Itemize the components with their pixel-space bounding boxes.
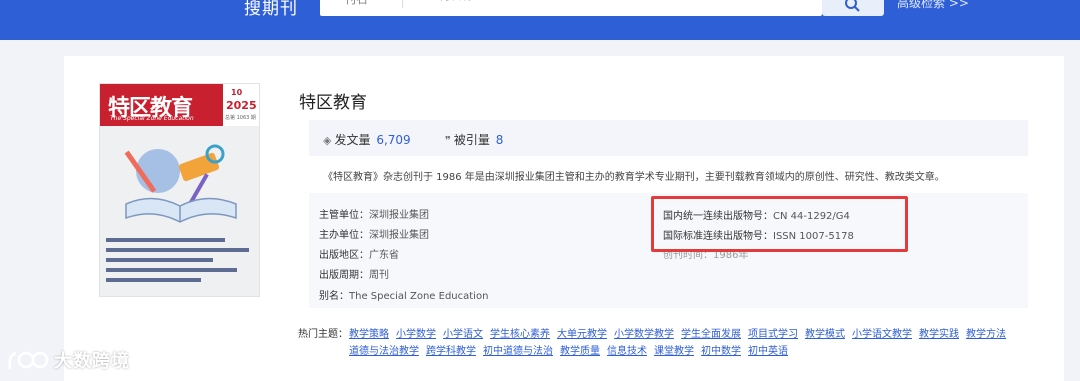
watermark-text: 大数跨境 [54,351,130,372]
divider [402,0,403,8]
article-count-value: 6,709 [376,133,411,147]
topic-link[interactable]: 初中道德与法治 [483,346,553,357]
watermark: 大数跨境 [6,345,130,375]
cover-issue-box: 10 2025 总第 1063 期 [223,84,259,126]
topic-link[interactable]: 项目式学习 [748,329,798,340]
topic-link[interactable]: 小学语文 [443,329,483,340]
topic-link[interactable]: 初中英语 [748,346,788,357]
layers-icon: ◈ [323,134,332,147]
info-value: 广东省 [369,250,399,261]
info-value: 深圳报业集团 [369,230,429,241]
cover-year: 2025 [226,99,257,112]
topic-link[interactable]: 小学数学 [396,329,436,340]
topic-link[interactable]: 教学质量 [560,346,600,357]
hot-topics-row-1: 教学策略 小学数学 小学语文 学生核心素养 大单元教学 小学数学教学 学生全面发展 项目式学习… [349,325,1013,340]
info-label: 出版地区： [319,250,369,261]
stats-bar: ◈ 发文量 6,709 ❞ 被引量 8 [309,120,1028,156]
topic-link[interactable]: 小学数学教学 [614,329,674,340]
search-scope-select[interactable]: 刊名 [344,0,368,7]
citation-count-label: 被引量 [453,133,490,147]
search-input[interactable] [426,0,726,2]
info-label: 别名： [319,291,349,302]
hot-topics-row-2: 道德与法治教学 跨学科教学 初中道德与法治 教学质量 信息技术 课堂教学 初中数学 初中英语 [349,342,795,357]
info-region: 出版地区：广东省 [319,246,399,261]
journal-description: 《特区教育》杂志创刊于 1986 年是由深圳报业集团主管和主办的教育学术专业期刊… [323,172,945,183]
topic-link[interactable]: 教学方法 [966,329,1006,340]
journal-title: 特区教育 [299,93,367,113]
search-box[interactable]: 刊名 ▾ [320,0,822,16]
topic-link[interactable]: 教学模式 [805,329,845,340]
brand-logo-icon [8,351,49,370]
article-count-label: 发文量 [334,133,371,147]
topic-link[interactable]: 大单元教学 [557,329,607,340]
topic-link[interactable]: 跨学科教学 [426,346,476,357]
hot-topics-label: 热门主题： [298,329,348,340]
cover-english-title: The Special Zone Education [110,115,194,122]
topic-link[interactable]: 小学语文教学 [852,329,912,340]
page-heading: 搜期刊 [244,0,298,19]
topic-link[interactable]: 课堂教学 [654,346,694,357]
advanced-search-link[interactable]: 高级检索 >> [897,0,969,11]
info-label: 主管单位： [319,210,369,221]
topic-link[interactable]: 初中数学 [701,346,741,357]
highlight-annotation-box [651,196,908,252]
topic-link[interactable]: 学生全面发展 [681,329,741,340]
topic-link[interactable]: 教学实践 [919,329,959,340]
topic-link[interactable]: 信息技术 [607,346,647,357]
info-label: 出版周期： [319,270,369,281]
info-label: 主办单位： [319,230,369,241]
cover-text-lines [106,238,255,288]
topic-link[interactable]: 教学策略 [349,329,389,340]
site-header: 搜期刊 刊名 ▾ 高级检索 >> [0,0,1080,40]
search-icon [845,0,860,12]
article-count: ◈ 发文量 6,709 [323,131,411,148]
book-illustration-icon [124,144,237,223]
citation-count-value: 8 [495,133,504,147]
info-value: The Special Zone Education [349,291,489,302]
info-supervisor: 主管单位：深圳报业集团 [319,206,429,221]
info-frequency: 出版周期：周刊 [319,266,389,281]
search-button[interactable] [822,0,884,16]
info-alias: 别名：The Special Zone Education [319,287,488,302]
info-value: 周刊 [369,270,389,281]
info-value: 深圳报业集团 [369,210,429,221]
info-sponsor: 主办单位：深圳报业集团 [319,226,429,241]
cover-total: 总第 1063 期 [225,115,256,121]
quote-icon: ❞ [445,134,451,147]
topic-link[interactable]: 道德与法治教学 [349,346,419,357]
topic-link[interactable]: 学生核心素养 [490,329,550,340]
citation-count: ❞ 被引量 8 [445,131,503,148]
journal-cover-image: 特区教育 The Special Zone Education 10 2025 … [99,83,260,297]
cover-issue: 10 [231,88,243,97]
